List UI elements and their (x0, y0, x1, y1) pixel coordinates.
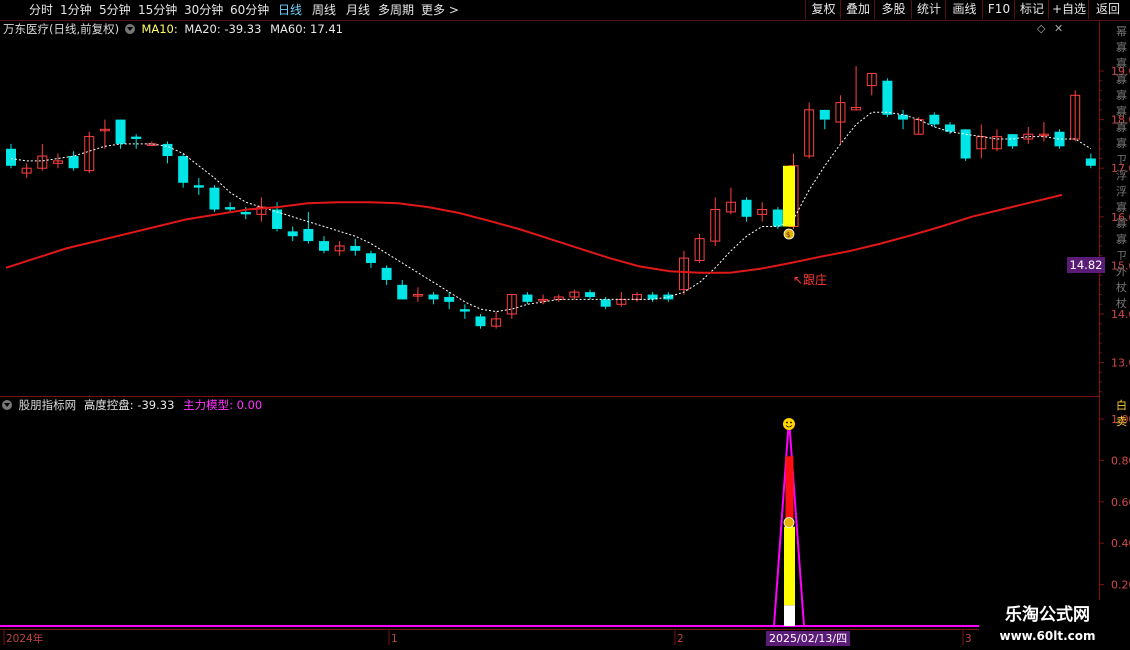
candle-body-down (209, 187, 220, 210)
candle-body-down (115, 119, 126, 144)
ma60-line (5, 193, 1063, 274)
indicator-y-label: 0.40 (1111, 537, 1130, 550)
candle-body-down (1054, 131, 1065, 147)
signal-bar (783, 165, 795, 227)
candle-body-down (600, 299, 611, 307)
candle-body-down (772, 209, 783, 227)
candle-body-down (585, 292, 596, 297)
indicator-y-label: 0.80 (1111, 454, 1130, 467)
ma10-line (10, 111, 1092, 313)
date-label: 2 (677, 633, 684, 645)
smiley-icon (783, 418, 795, 430)
candle-body-down (193, 185, 204, 188)
candle-body-down (1085, 158, 1096, 166)
candle-body-down (929, 114, 940, 125)
candle-body-down (131, 136, 142, 140)
candle-body-down (6, 148, 16, 166)
watermark-title: 乐淘公式网 (1005, 605, 1090, 625)
candle-body-down (225, 207, 236, 210)
candle-body-down (882, 80, 893, 115)
candle-body-down (240, 211, 251, 215)
candle-body-down (397, 284, 408, 300)
watermark: 乐淘公式网 www.60lt.com (979, 600, 1116, 650)
candle-body-down (68, 156, 79, 169)
signal-column-base (784, 605, 795, 626)
indicator-y-label: 0.60 (1111, 496, 1130, 509)
candle-body-down (319, 241, 329, 251)
signal-column (784, 526, 795, 606)
candle-body-down (741, 199, 752, 217)
candle-body-down (428, 294, 439, 300)
candle-body-down (1007, 134, 1018, 147)
candle-body-down (287, 231, 298, 237)
candle-body-down (178, 156, 189, 183)
date-highlight: 2025/02/13/四 (766, 631, 851, 646)
candle-body-down (350, 245, 361, 251)
candle-body-down (522, 294, 533, 302)
candle-body-down (303, 228, 314, 242)
watermark-url: www.60lt.com (999, 629, 1096, 643)
chart-canvas[interactable]: 19.0018.0017.0016.0015.0014.0013.00$1.00… (0, 0, 1130, 650)
side-strip-top: 幂寡寡寡寡寡寡寡ㄗ浮浮寡寡寡ㄗ外杖杖 (1116, 25, 1127, 310)
candle-body-down (475, 316, 486, 327)
money-bag-icon: $ (786, 231, 790, 239)
candle-body-down (272, 209, 283, 229)
date-label: 2024年 (6, 632, 43, 645)
side-strip-bottom: 白卖 (1116, 399, 1127, 428)
candle-body-down (381, 267, 392, 280)
chart-annotation: ↖跟庄 (793, 273, 828, 287)
date-label: 3 (965, 633, 972, 645)
date-label: 1 (391, 633, 398, 645)
smiley-eye (786, 421, 788, 424)
candle-body-down (444, 296, 455, 302)
last-price-tag: 14.82 (1067, 257, 1105, 273)
indicator-y-label: 0.20 (1111, 579, 1130, 592)
money-bag-icon (783, 517, 795, 528)
candle-body-down (365, 253, 376, 263)
candle-body-down (819, 109, 830, 120)
candle-body-down (459, 309, 470, 312)
signal-red-segment (785, 456, 794, 519)
candle-body-down (162, 143, 173, 157)
smiley-eye (790, 421, 792, 424)
